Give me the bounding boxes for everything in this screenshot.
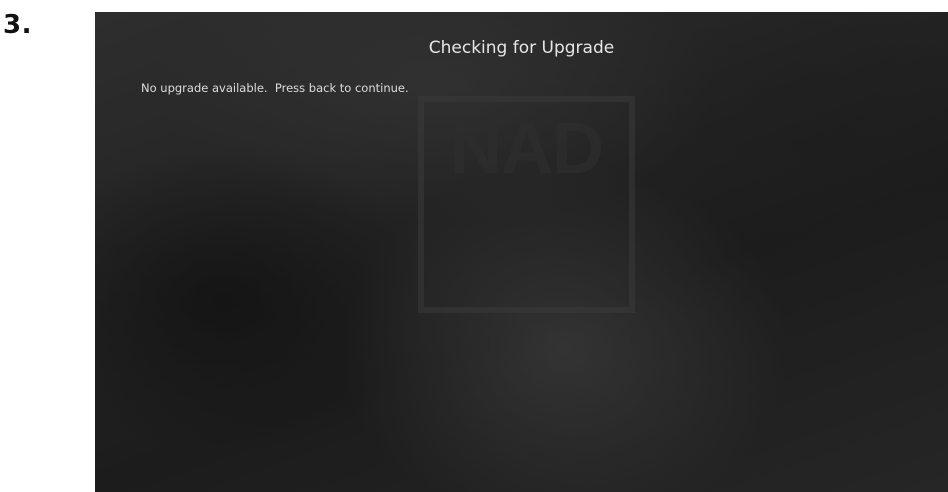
step-number: 3.	[3, 10, 32, 40]
device-screen: NAD Checking for Upgrade No upgrade avai…	[95, 12, 948, 492]
status-message: No upgrade available. Press back to cont…	[141, 81, 409, 95]
screen-title: Checking for Upgrade	[428, 38, 615, 58]
nad-logo-watermark: NAD	[418, 96, 635, 313]
nad-logo-text: NAD	[450, 109, 604, 189]
